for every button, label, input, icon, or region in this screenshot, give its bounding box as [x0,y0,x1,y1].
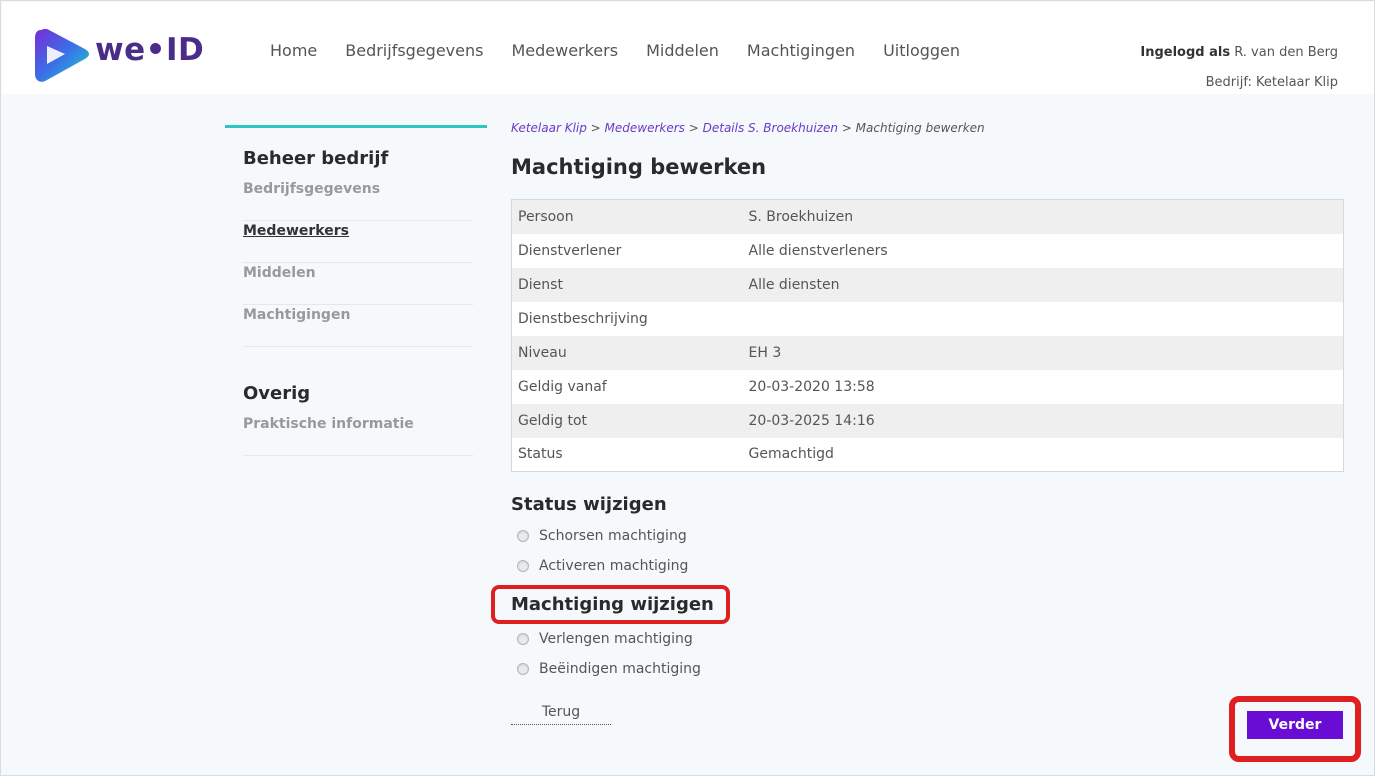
table-row: Status Gemachtigd [511,437,1344,472]
row-value: Gemachtigd [748,446,834,463]
user-name: R. van den Berg [1234,45,1338,60]
next-button[interactable]: Verder [1247,711,1343,739]
nav-middelen[interactable]: Middelen [646,41,719,60]
radio-label: Beëindigen machtiging [539,661,701,677]
row-label: Dienst [518,276,563,293]
radio-circle-icon[interactable] [517,663,529,675]
sidebar: Beheer bedrijf Bedrijfsgegevens Medewerk… [225,125,487,456]
breadcrumb-separator: > [684,121,703,135]
main-nav: Home Bedrijfsgegevens Medewerkers Middel… [270,41,988,60]
row-label: Geldig vanaf [518,378,607,395]
row-value: Alle diensten [748,276,840,293]
nav-bedrijfsgegevens[interactable]: Bedrijfsgegevens [345,41,483,60]
change-section-highlight: Machtiging wijzigen [491,585,730,624]
company-line: Bedrijf: Ketelaar Klip [1205,75,1338,90]
row-value [743,302,1344,336]
user-info: Ingelogd als R. van den Berg Bedrijf: Ke… [1140,38,1338,98]
radio-circle-icon[interactable] [517,530,529,542]
logged-in-line: Ingelogd als R. van den Berg [1140,38,1338,68]
sidebar-item-praktische-informatie[interactable]: Praktische informatie [243,414,473,456]
row-value: 20-03-2025 14:16 [748,412,875,429]
row-value: Alle dienstverleners [748,242,888,259]
sidebar-item-middelen[interactable]: Middelen [243,263,473,305]
table-row: Persoon S. Broekhuizen [511,199,1344,234]
breadcrumb-current: Machtiging bewerken [855,121,985,135]
radio-activeren[interactable]: Activeren machtiging [517,551,1345,581]
logo-icon [35,28,89,82]
sidebar-item-bedrijfsgegevens[interactable]: Bedrijfsgegevens [243,179,473,221]
breadcrumb: Ketelaar Klip > Medewerkers > Details S.… [511,121,1345,143]
table-row: Dienst Alle diensten [511,267,1344,302]
row-label: Status [518,446,563,463]
breadcrumb-details[interactable]: Details S. Broekhuizen [703,121,838,135]
page-title: Machtiging bewerken [511,155,767,179]
change-section-title: Machtiging wijzigen [511,594,714,615]
row-label: Dienstbeschrijving [518,310,648,327]
row-value: 20-03-2020 13:58 [748,378,875,395]
breadcrumb-company[interactable]: Ketelaar Klip [511,121,587,135]
sidebar-item-medewerkers[interactable]: Medewerkers [243,221,473,263]
sidebar-accent-line [225,125,487,128]
table-row: Geldig tot 20-03-2025 14:16 [511,403,1344,438]
table-row: Dienstverlener Alle dienstverleners [511,233,1344,268]
radio-verlengen[interactable]: Verlengen machtiging [517,624,1345,654]
radio-label: Activeren machtiging [539,558,689,574]
table-row: Niveau EH 3 [511,335,1344,370]
table-row: Dienstbeschrijving [511,301,1344,336]
radio-circle-icon[interactable] [517,633,529,645]
nav-machtigingen[interactable]: Machtigingen [747,41,855,60]
details-table: Persoon S. Broekhuizen Dienstverlener Alle… [511,199,1344,472]
row-value: EH 3 [748,344,782,361]
breadcrumb-separator: > [586,121,605,135]
table-row: Geldig vanaf 20-03-2020 13:58 [511,369,1344,404]
sidebar-item-machtigingen[interactable]: Machtigingen [243,305,473,347]
nav-uitloggen[interactable]: Uitloggen [883,41,960,60]
next-button-highlight: Verder [1229,696,1361,762]
radio-beeindigen[interactable]: Beëindigen machtiging [517,654,1345,684]
row-label: Niveau [518,344,567,361]
logo-text: we•ID [95,32,205,68]
radio-circle-icon[interactable] [517,560,529,572]
breadcrumb-medewerkers[interactable]: Medewerkers [605,121,685,135]
row-label: Geldig tot [518,412,588,429]
nav-home[interactable]: Home [270,41,317,60]
back-link[interactable]: Terug [511,704,611,725]
app-frame: we•ID Home Bedrijfsgegevens Medewerkers … [0,0,1375,776]
radio-label: Verlengen machtiging [539,631,693,647]
logo[interactable]: we•ID [35,26,205,86]
header: we•ID Home Bedrijfsgegevens Medewerkers … [2,2,1374,94]
nav-medewerkers[interactable]: Medewerkers [511,41,618,60]
main-content: Ketelaar Klip > Medewerkers > Details S.… [491,121,1345,725]
row-label: Dienstverlener [518,242,622,259]
row-value: S. Broekhuizen [748,208,854,225]
breadcrumb-separator: > [837,121,856,135]
radio-schorsen[interactable]: Schorsen machtiging [517,521,1345,551]
status-section-title: Status wijzigen [511,494,667,515]
radio-label: Schorsen machtiging [539,528,687,544]
row-label: Persoon [518,208,574,225]
logged-in-label: Ingelogd als [1140,45,1231,60]
sidebar-heading-overig: Overig [243,383,311,404]
sidebar-heading-beheer: Beheer bedrijf [243,148,389,169]
